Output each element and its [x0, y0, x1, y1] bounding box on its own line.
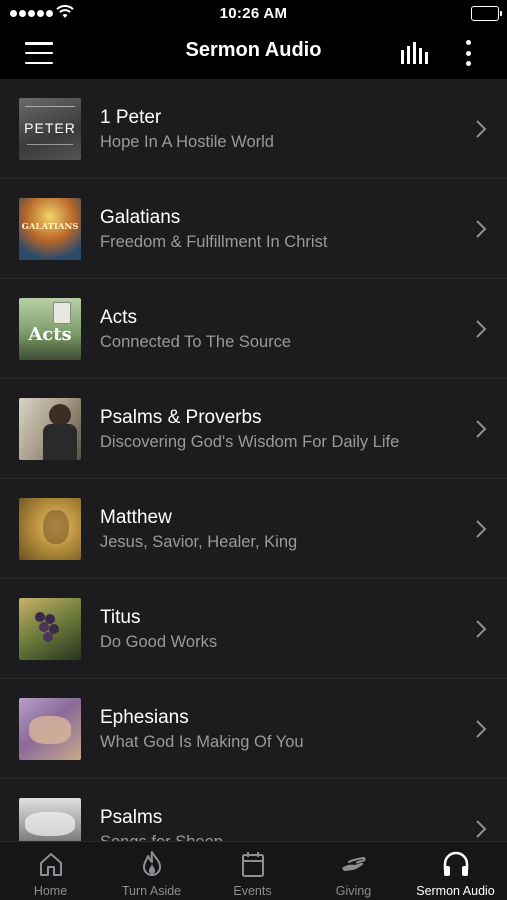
- series-thumbnail: [19, 798, 81, 841]
- series-thumbnail: GALATIANS: [19, 198, 81, 260]
- series-subtitle: Songs for Sheep: [100, 833, 223, 841]
- status-bar: 10:26 AM: [0, 0, 507, 28]
- tab-bar: Home Turn Aside Events Giving Sermon Aud…: [0, 841, 507, 900]
- page-title: Sermon Audio: [185, 39, 322, 61]
- series-title: Psalms: [100, 807, 163, 828]
- series-title: Acts: [100, 307, 137, 328]
- tab-sermon-audio[interactable]: Sermon Audio: [404, 842, 507, 900]
- series-title: Galatians: [100, 207, 181, 228]
- tab-label: Turn Aside: [121, 884, 182, 898]
- series-thumbnail: [19, 598, 81, 660]
- series-thumbnail: [19, 498, 81, 560]
- tab-label: Home: [33, 884, 68, 898]
- more-options-icon[interactable]: [460, 40, 476, 66]
- status-time: 10:26 AM: [219, 5, 288, 22]
- chevron-right-icon: [476, 720, 487, 738]
- calendar-icon: [242, 852, 264, 877]
- series-title: Titus: [100, 607, 141, 628]
- chevron-right-icon: [476, 220, 487, 238]
- tab-home[interactable]: Home: [0, 842, 101, 900]
- chevron-right-icon: [476, 620, 487, 638]
- series-title: Ephesians: [100, 707, 189, 728]
- series-row-psalms[interactable]: Psalms Songs for Sheep: [0, 779, 507, 841]
- series-subtitle: What God Is Making Of You: [100, 733, 304, 751]
- hamburger-menu-icon[interactable]: [25, 42, 53, 64]
- home-icon: [40, 853, 62, 876]
- tab-turn-aside[interactable]: Turn Aside: [101, 842, 202, 900]
- series-row-matthew[interactable]: Matthew Jesus, Savior, Healer, King: [0, 479, 507, 579]
- sermon-series-list: PETER 1 Peter Hope In A Hostile World GA…: [0, 79, 507, 841]
- series-title: Psalms & Proverbs: [100, 407, 262, 428]
- series-thumbnail: [19, 698, 81, 760]
- series-subtitle: Discovering God's Wisdom For Daily Life: [100, 433, 400, 451]
- chevron-right-icon: [476, 120, 487, 138]
- audio-levels-icon[interactable]: [400, 42, 430, 64]
- series-subtitle: Hope In A Hostile World: [100, 133, 274, 151]
- chevron-right-icon: [476, 320, 487, 338]
- series-subtitle: Connected To The Source: [100, 333, 292, 351]
- tab-label: Events: [233, 884, 272, 898]
- series-thumbnail: Acts: [19, 298, 81, 360]
- chevron-right-icon: [476, 420, 487, 438]
- series-row-acts[interactable]: Acts Acts Connected To The Source: [0, 279, 507, 379]
- series-thumbnail: [19, 398, 81, 460]
- series-title: Matthew: [100, 507, 172, 528]
- series-row-titus[interactable]: Titus Do Good Works: [0, 579, 507, 679]
- series-subtitle: Do Good Works: [100, 633, 218, 651]
- chevron-right-icon: [476, 820, 487, 838]
- battery-icon: [471, 6, 502, 21]
- series-row-psalms-proverbs[interactable]: Psalms & Proverbs Discovering God's Wisd…: [0, 379, 507, 479]
- tab-events[interactable]: Events: [202, 842, 303, 900]
- tab-label: Sermon Audio: [416, 884, 495, 898]
- series-thumbnail: PETER: [19, 98, 81, 160]
- tab-giving[interactable]: Giving: [303, 842, 404, 900]
- navigation-bar: Sermon Audio: [0, 28, 507, 78]
- tab-label: Giving: [335, 884, 372, 898]
- series-title: 1 Peter: [100, 107, 162, 128]
- series-subtitle: Freedom & Fulfillment In Christ: [100, 233, 328, 251]
- flame-icon: [143, 851, 161, 876]
- series-subtitle: Jesus, Savior, Healer, King: [100, 533, 298, 551]
- headphones-icon: [443, 851, 469, 876]
- giving-hand-icon: [342, 856, 366, 871]
- chevron-right-icon: [476, 520, 487, 538]
- series-row-ephesians[interactable]: Ephesians What God Is Making Of You: [0, 679, 507, 779]
- series-row-1-peter[interactable]: PETER 1 Peter Hope In A Hostile World: [0, 79, 507, 179]
- series-row-galatians[interactable]: GALATIANS Galatians Freedom & Fulfillmen…: [0, 179, 507, 279]
